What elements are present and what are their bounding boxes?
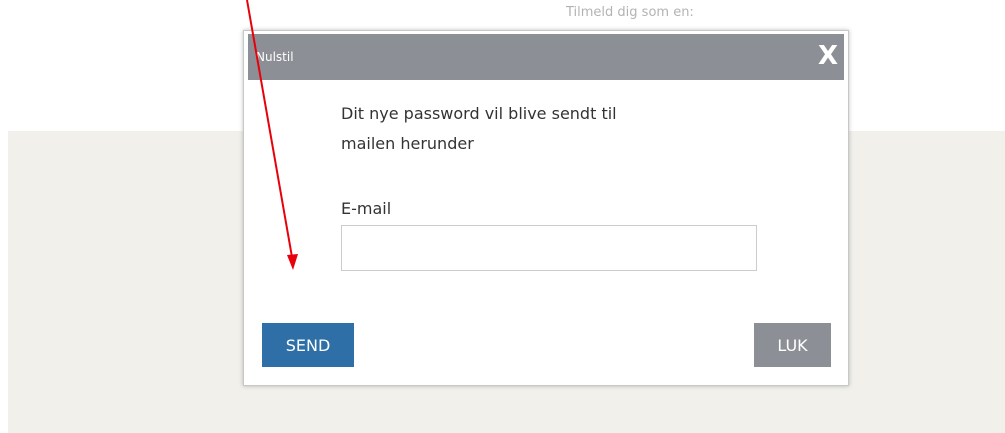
dialog-message-line-1: Dit nye password vil blive sendt til bbox=[341, 104, 617, 123]
email-label: E-mail bbox=[341, 199, 392, 218]
dialog-message: Dit nye password vil blive sendt til mai… bbox=[341, 99, 761, 159]
dialog-title: Nulstil bbox=[256, 50, 294, 64]
dialog-header: Nulstil X bbox=[248, 34, 844, 80]
dialog-message-line-2: mailen herunder bbox=[341, 134, 474, 153]
send-button[interactable]: SEND bbox=[262, 323, 354, 367]
signup-prompt: Tilmeld dig som en: bbox=[566, 5, 694, 20]
close-button[interactable]: LUK bbox=[754, 323, 831, 367]
reset-password-dialog: Nulstil X Dit nye password vil blive sen… bbox=[243, 30, 849, 386]
email-field[interactable] bbox=[341, 225, 757, 271]
close-icon[interactable]: X bbox=[818, 38, 838, 74]
